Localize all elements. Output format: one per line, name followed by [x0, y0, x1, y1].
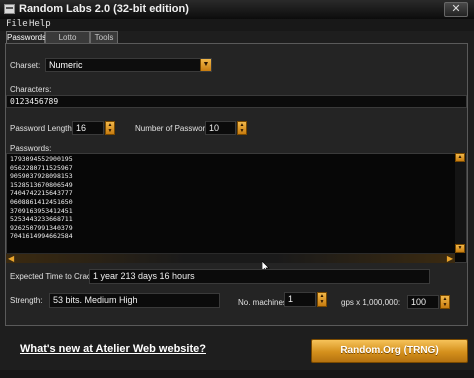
menu-bar: File Help	[0, 19, 474, 31]
password-line: 0608861412451650	[10, 197, 73, 206]
passwords-list: 1793094552900195 0562280711525967 90590379…	[10, 155, 73, 241]
gps-stepper[interactable]: ▲ ▼	[440, 295, 450, 309]
strength-field: 53 bits. Medium High	[49, 293, 220, 308]
gps-label: gps x 1,000,000:	[341, 298, 401, 307]
machines-label: No. machines:	[238, 298, 290, 307]
random-org-button[interactable]: Random.Org (TRNG)	[311, 339, 468, 363]
vertical-scrollbar[interactable]: ▲ ▼	[455, 153, 466, 253]
scroll-down-icon[interactable]: ▼	[455, 244, 465, 253]
charset-value: Numeric	[49, 60, 83, 70]
whats-new-link[interactable]: What's new at Atelier Web website?	[20, 343, 206, 355]
close-button[interactable]: ✕	[444, 2, 468, 17]
password-length-label: Password Length:	[10, 124, 75, 133]
horizontal-scrollbar[interactable]: ◀ ▶	[6, 253, 455, 263]
password-line: 3709163953412451	[10, 206, 73, 215]
passwords-label: Passwords:	[10, 144, 52, 153]
password-line: 0562280711525967	[10, 163, 73, 172]
password-line: 7404742215643777	[10, 189, 73, 198]
menu-help[interactable]: Help	[29, 19, 51, 29]
tab-tools[interactable]: Tools	[90, 31, 118, 43]
charset-label: Charset:	[10, 61, 41, 70]
password-line: 5253443233668711	[10, 215, 73, 224]
chevron-down-icon[interactable]: ▼	[200, 59, 211, 71]
password-line: 1793094552900195	[10, 155, 73, 163]
bottom-strip	[0, 370, 474, 378]
tab-lotto-games[interactable]: Lotto Games	[45, 31, 90, 53]
title-bar: Random Labs 2.0 (32-bit edition) ✕	[0, 0, 474, 20]
password-line: 7041614994662584	[10, 232, 73, 241]
scroll-up-icon[interactable]: ▲	[455, 153, 465, 162]
scroll-left-icon[interactable]: ◀	[8, 254, 14, 263]
password-line: 9262507991340379	[10, 223, 73, 232]
passwords-textarea[interactable]: 1793094552900195 0562280711525967 90590379…	[6, 153, 467, 263]
machines-stepper[interactable]: ▲ ▼	[317, 292, 327, 307]
menu-file[interactable]: File	[6, 19, 28, 29]
number-of-passwords-stepper[interactable]: ▲ ▼	[237, 121, 247, 135]
password-length-input[interactable]: 16	[72, 121, 104, 135]
keyboard-icon	[4, 4, 15, 14]
scroll-right-icon[interactable]: ▶	[447, 254, 453, 263]
charset-select[interactable]: Numeric ▼	[45, 58, 212, 72]
gps-input[interactable]: 100	[407, 295, 439, 309]
number-of-passwords-input[interactable]: 10	[205, 121, 236, 135]
password-line: 9059037928098153	[10, 172, 73, 181]
strength-label: Strength:	[10, 296, 43, 305]
time-to-crack-field: 1 year 213 days 16 hours	[89, 269, 430, 284]
password-line: 1528513670806549	[10, 180, 73, 189]
characters-field[interactable]: 0123456789	[6, 95, 467, 108]
characters-label: Characters:	[10, 85, 52, 94]
password-length-stepper[interactable]: ▲ ▼	[105, 121, 115, 135]
time-to-crack-label: Expected Time to Crack:	[10, 272, 98, 281]
number-of-passwords-label: Number of Passwords:	[135, 124, 216, 133]
window-title: Random Labs 2.0 (32-bit edition)	[19, 3, 189, 15]
machines-input[interactable]: 1	[284, 292, 316, 307]
